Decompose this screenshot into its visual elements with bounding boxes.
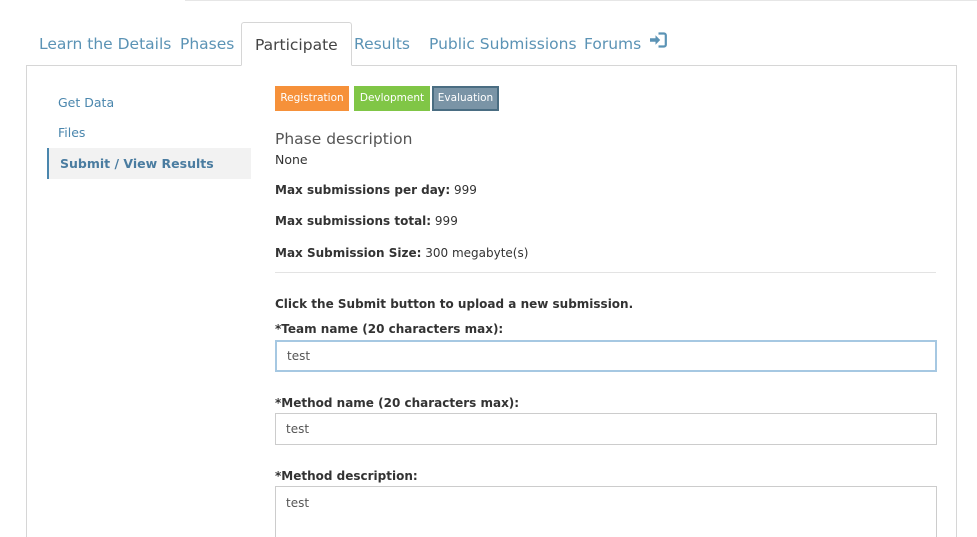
tab-results[interactable]: Results xyxy=(354,22,410,66)
phase-registration-button[interactable]: Registration xyxy=(275,86,349,111)
participate-panel: Get Data Files Submit / View Results Reg… xyxy=(26,65,957,537)
max-total-value: 999 xyxy=(434,214,458,228)
max-total-label: Max submissions total: xyxy=(275,214,432,228)
sign-in-icon xyxy=(649,21,668,65)
team-name-input[interactable] xyxy=(275,340,937,372)
max-per-day-value: 999 xyxy=(453,183,477,197)
team-name-label: *Team name (20 characters max): xyxy=(275,322,504,336)
sidebar-item-submit-view-results[interactable]: Submit / View Results xyxy=(47,148,251,179)
tab-learn-the-details[interactable]: Learn the Details xyxy=(39,22,171,66)
tab-participate[interactable]: Participate xyxy=(241,22,352,66)
method-name-input[interactable] xyxy=(275,413,937,445)
submit-instruction: Click the Submit button to upload a new … xyxy=(275,297,634,311)
phase-description-text: None xyxy=(275,152,308,167)
max-submission-size: Max Submission Size: 300 megabyte(s) xyxy=(275,246,528,260)
top-divider xyxy=(185,0,977,1)
max-size-label: Max Submission Size: xyxy=(275,246,422,260)
max-submissions-total: Max submissions total: 999 xyxy=(275,214,458,228)
max-submissions-per-day: Max submissions per day: 999 xyxy=(275,183,477,197)
sidebar-item-get-data[interactable]: Get Data xyxy=(47,87,251,118)
tab-public-submissions[interactable]: Public Submissions xyxy=(429,22,577,66)
max-per-day-label: Max submissions per day: xyxy=(275,183,451,197)
tab-forums-label: Forums xyxy=(584,35,642,53)
method-description-textarea[interactable]: test xyxy=(275,486,937,537)
phase-description-heading: Phase description xyxy=(275,130,413,148)
section-divider xyxy=(275,272,936,273)
method-description-label: *Method description: xyxy=(275,469,418,483)
phase-evaluation-button[interactable]: Evaluation xyxy=(432,86,499,111)
method-name-label: *Method name (20 characters max): xyxy=(275,396,520,410)
phase-development-button[interactable]: Devlopment xyxy=(354,86,430,111)
sidebar-item-files[interactable]: Files xyxy=(47,117,251,148)
max-size-value: 300 megabyte(s) xyxy=(425,246,529,260)
tab-phases[interactable]: Phases xyxy=(180,22,234,66)
tab-forums[interactable]: Forums xyxy=(584,21,668,66)
